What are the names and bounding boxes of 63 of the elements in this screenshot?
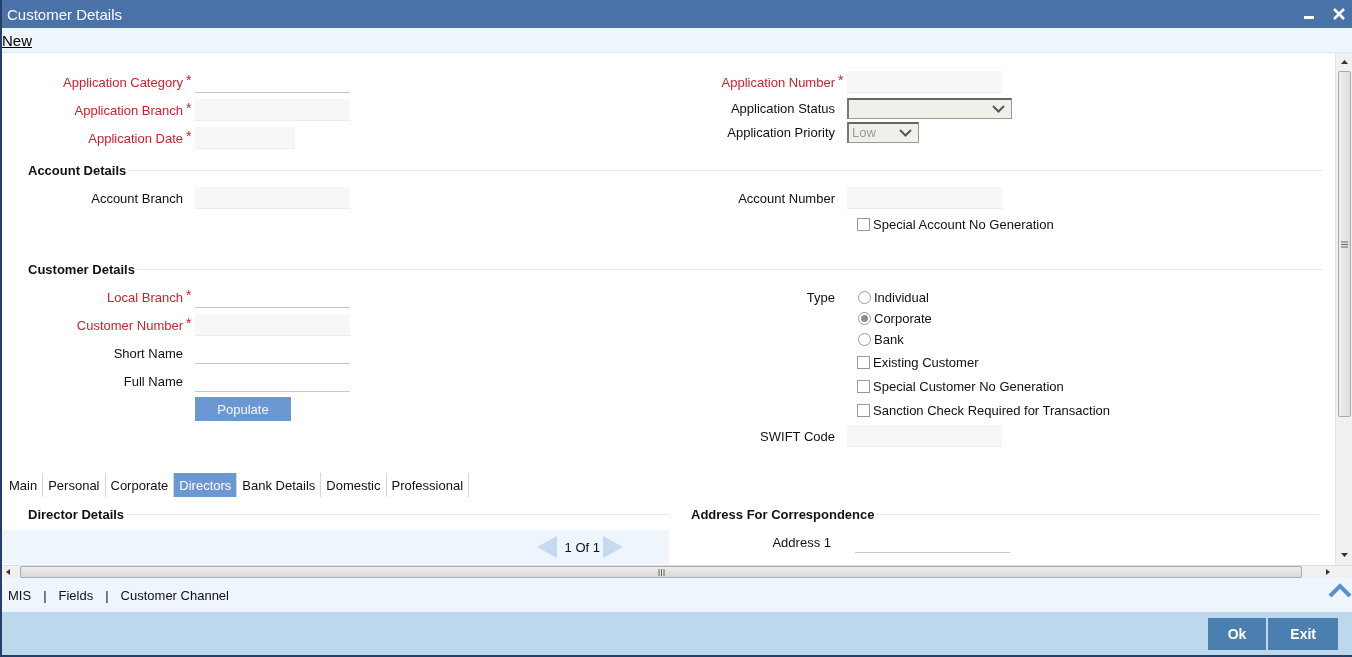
next-arrow-icon[interactable] — [603, 536, 623, 558]
required-asterisk: * — [185, 287, 193, 303]
section-heading: Account Details — [28, 162, 127, 178]
field-label: Application Status — [729, 100, 835, 116]
checkbox-label: Special Account No Generation — [873, 216, 1054, 232]
required-asterisk: * — [185, 72, 193, 88]
field-label: SWIFT Code — [759, 428, 835, 444]
field-label: Short Name — [112, 345, 183, 361]
window-title: Customer Details — [7, 5, 124, 23]
field-label: Customer Number — [75, 317, 183, 333]
tab[interactable]: Bank Details — [237, 473, 322, 497]
required-asterisk: * — [185, 100, 193, 116]
footer-link[interactable]: Customer Channel — [120, 587, 229, 603]
field-label: Application Priority — [726, 124, 835, 140]
field-label: Application Date — [87, 130, 183, 146]
required-asterisk: * — [185, 315, 193, 331]
checkbox[interactable] — [857, 355, 870, 369]
required-asterisk: * — [185, 128, 193, 144]
radio-label: Individual — [874, 290, 929, 305]
field-label: Address 1 — [771, 534, 831, 550]
field-label: Account Branch — [90, 190, 183, 206]
radio-button[interactable] — [858, 291, 871, 304]
radio-button[interactable] — [858, 333, 871, 346]
section-heading: Customer Details — [28, 261, 135, 277]
previous-arrow-icon[interactable] — [536, 536, 557, 558]
footer-link[interactable]: MIS — [8, 587, 32, 603]
section-heading: Address For Correspondence — [691, 506, 875, 522]
vertical-scrollbar[interactable] — [1335, 53, 1352, 565]
checkbox[interactable] — [857, 379, 870, 393]
horizontal-scrollbar[interactable] — [2, 565, 1352, 578]
checkbox-label: Special Customer No Generation — [873, 378, 1064, 394]
field-label: Application Category — [62, 74, 183, 90]
radio-button[interactable] — [858, 312, 871, 325]
field-label: Account Number — [737, 190, 835, 206]
field-label: Local Branch — [106, 289, 183, 305]
tab[interactable]: Main — [4, 473, 44, 497]
link-separator: | — [43, 587, 47, 603]
tab[interactable]: Domestic — [321, 473, 387, 497]
tab[interactable]: Professional — [386, 473, 470, 497]
dropdown-caret-icon — [992, 104, 1005, 113]
checkbox[interactable] — [857, 217, 870, 231]
close-icon[interactable] — [1332, 7, 1346, 21]
grip-icon — [657, 568, 665, 576]
required-asterisk: * — [837, 72, 845, 88]
checkbox-label: Existing Customer — [873, 354, 979, 370]
checkbox[interactable] — [857, 403, 870, 417]
field-label: Full Name — [122, 373, 183, 389]
new-link[interactable]: New — [2, 31, 32, 49]
link-separator: | — [105, 587, 109, 603]
field-label: Application Number — [720, 74, 835, 90]
action-button[interactable]: Ok — [1207, 617, 1267, 650]
section-heading: Director Details — [28, 506, 125, 522]
radio-label: Corporate — [874, 311, 932, 326]
field-label: Application Branch — [73, 102, 183, 118]
footer-link[interactable]: Fields — [58, 587, 94, 603]
dropdown-caret-icon — [899, 128, 912, 137]
radio-label: Bank — [874, 332, 904, 347]
tab[interactable]: Personal — [43, 473, 106, 497]
field-label: Type — [805, 289, 835, 307]
action-button[interactable]: Exit — [1268, 617, 1338, 650]
checkbox-label: Sanction Check Required for Transaction — [873, 402, 1110, 418]
page-indicator: 1 Of 1 — [564, 539, 600, 555]
grip-icon — [1340, 240, 1348, 248]
